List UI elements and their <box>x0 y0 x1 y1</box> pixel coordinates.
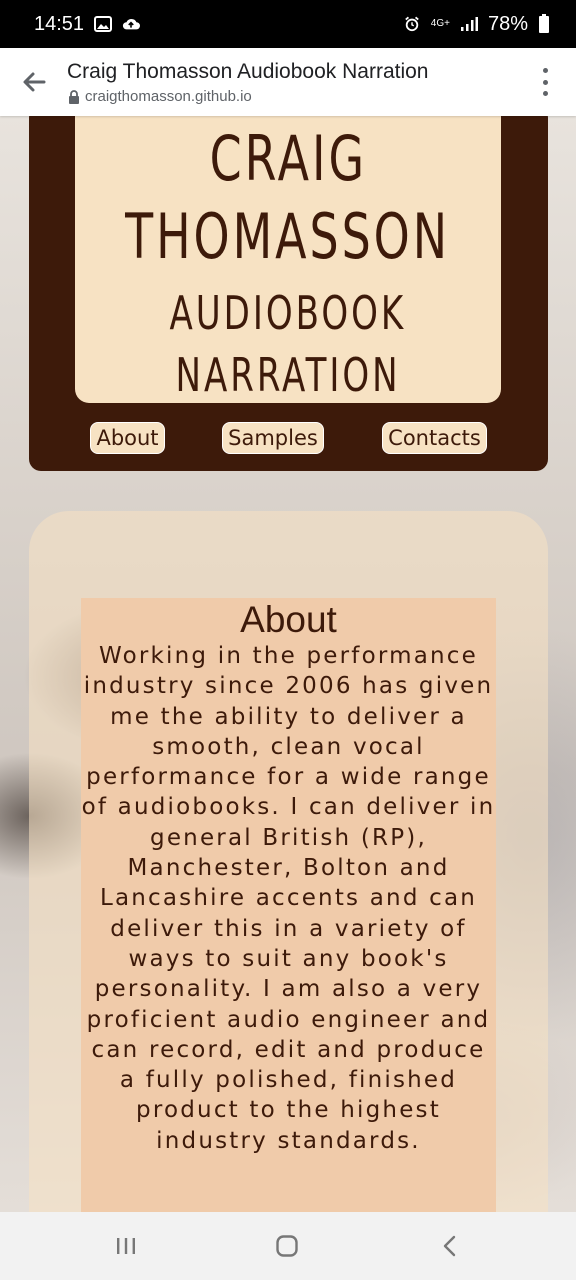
nav-contacts-link[interactable]: Contacts <box>382 422 487 454</box>
about-body-text: Working in the performance industry sinc… <box>81 643 496 1154</box>
site-title-line-1: CRAIG <box>209 122 367 195</box>
site-title-line-3: AUDIOBOOK <box>169 286 407 340</box>
about-heading: About <box>240 599 337 640</box>
battery-icon <box>539 14 549 33</box>
url-text: craigthomasson.github.io <box>85 88 252 105</box>
site-nav: About Samples Contacts <box>29 422 548 456</box>
status-left: 14:51 <box>34 12 141 36</box>
network-icon: 4G+ <box>430 18 450 29</box>
status-bar: 14:51 4G+ 78% <box>0 0 576 48</box>
url-bar[interactable]: craigthomasson.github.io <box>68 88 252 105</box>
browser-toolbar: Craig Thomasson Audiobook Narration crai… <box>0 48 576 116</box>
site-title-line-2: THOMASSON <box>125 200 451 273</box>
recent-apps-icon[interactable] <box>114 1234 138 1258</box>
nav-about-link[interactable]: About <box>90 422 165 454</box>
site-title-line-4: NARRATION <box>175 348 401 402</box>
system-nav-bar <box>0 1212 576 1280</box>
cloud-upload-icon <box>122 18 141 30</box>
site-title-panel: CRAIG THOMASSON AUDIOBOOK NARRATION <box>75 116 501 403</box>
alarm-icon <box>404 16 419 32</box>
about-panel: About Working in the performance industr… <box>81 598 496 1212</box>
back-arrow-icon[interactable] <box>18 66 50 98</box>
more-options-icon[interactable] <box>540 68 550 96</box>
image-icon <box>94 16 113 32</box>
system-back-icon[interactable] <box>438 1234 462 1258</box>
status-time: 14:51 <box>34 12 85 35</box>
status-right: 4G+ 78% <box>403 13 550 36</box>
browser-page-title: Craig Thomasson Audiobook Narration <box>67 60 429 83</box>
about-section: About Working in the performance industr… <box>29 511 548 1212</box>
home-icon[interactable] <box>275 1234 299 1258</box>
signal-icon <box>460 17 478 31</box>
site-header: CRAIG THOMASSON AUDIOBOOK NARRATION Abou… <box>29 116 548 471</box>
page-viewport[interactable]: CRAIG THOMASSON AUDIOBOOK NARRATION Abou… <box>0 116 576 1212</box>
lock-icon <box>69 89 79 104</box>
nav-samples-link[interactable]: Samples <box>222 422 324 454</box>
battery-percent: 78% <box>487 12 528 35</box>
